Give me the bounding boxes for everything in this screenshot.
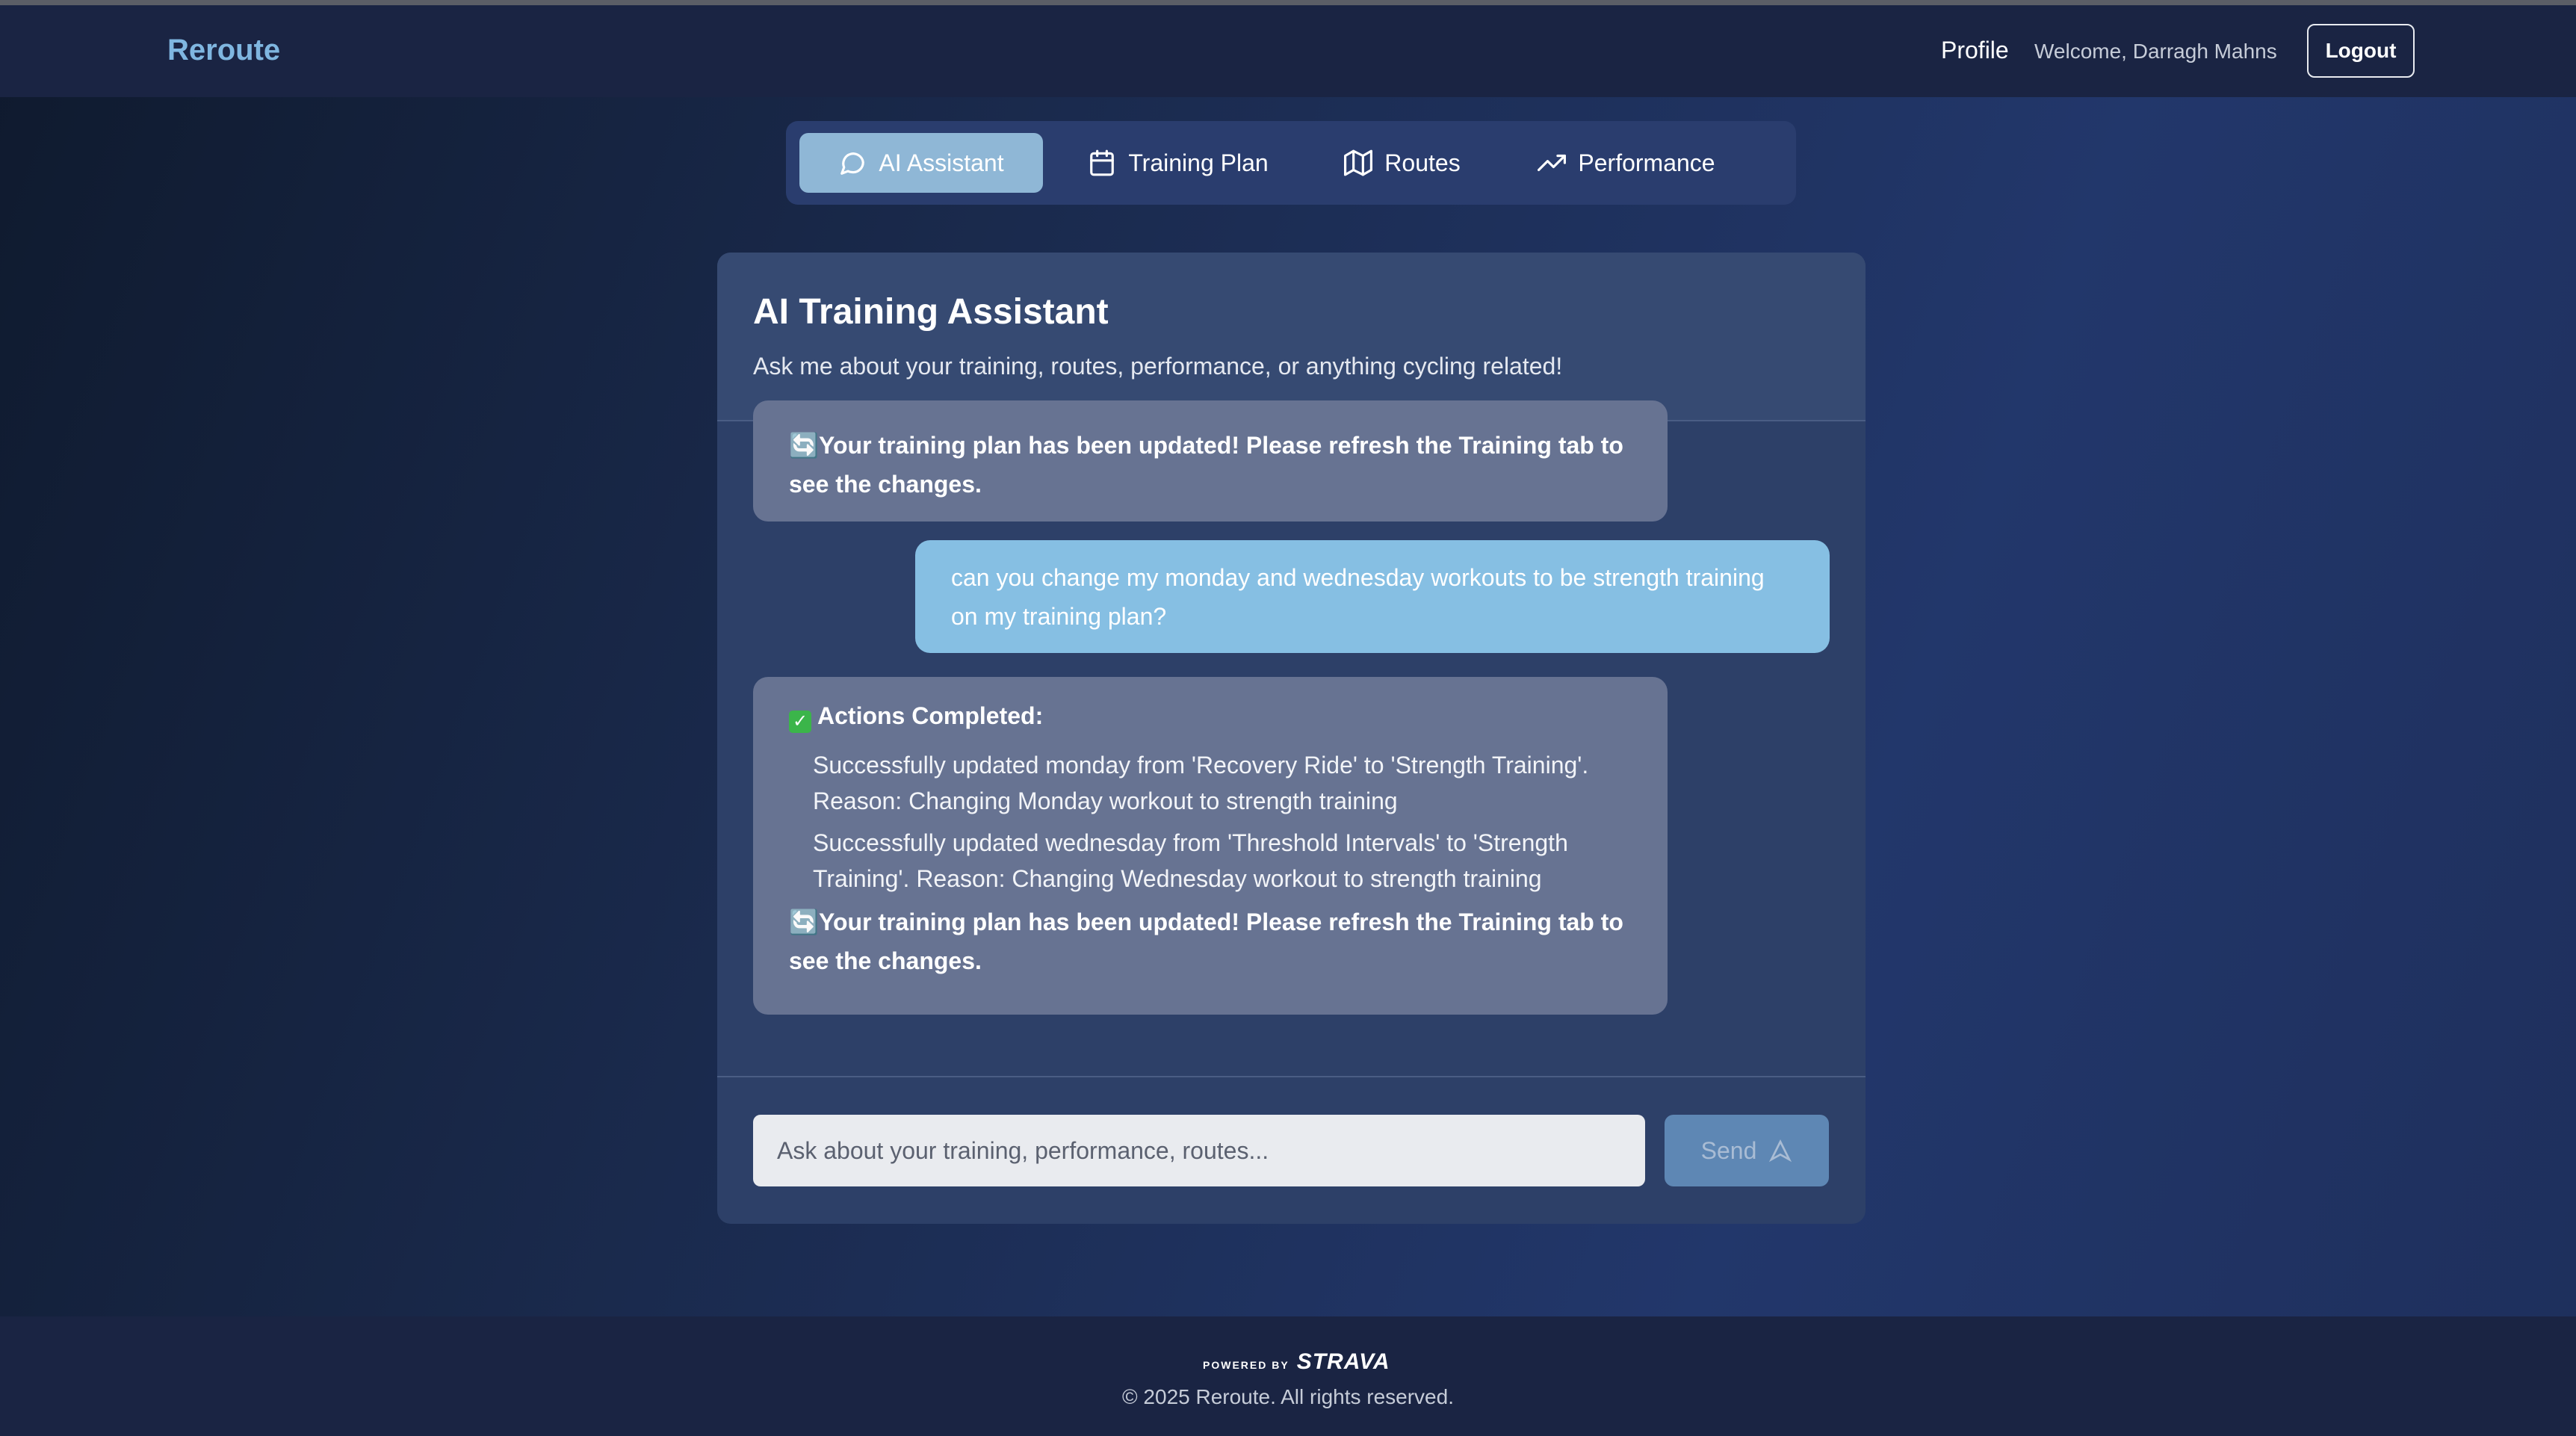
tab-label: Performance	[1578, 149, 1715, 176]
page-footer: POWERED BY STRAVA © 2025 Reroute. All ri…	[0, 1316, 2576, 1436]
map-icon	[1344, 149, 1373, 176]
send-label: Send	[1700, 1136, 1757, 1164]
user-message: can you change my monday and wednesday w…	[915, 540, 1830, 653]
calendar-icon	[1090, 149, 1115, 176]
chat-messages[interactable]: 🔄Your training plan has been updated! Pl…	[717, 400, 1866, 1224]
welcome-text: Welcome, Darragh Mahns	[2034, 40, 2277, 63]
app-header: Reroute Profile Welcome, Darragh Mahns L…	[0, 5, 2576, 97]
chat-input[interactable]	[753, 1115, 1645, 1186]
composer-divider	[717, 1076, 1866, 1077]
user-message-text: can you change my monday and wednesday w…	[951, 564, 1765, 630]
strava-wordmark: STRAVA	[1296, 1349, 1390, 1374]
actions-heading: ✓ Actions Completed:	[789, 696, 1632, 735]
assistant-card-header: AI Training Assistant Ask me about your …	[717, 253, 1866, 421]
assistant-title: AI Training Assistant	[753, 292, 1109, 332]
trending-up-icon	[1538, 154, 1567, 172]
assistant-subtitle: Ask me about your training, routes, perf…	[753, 353, 1563, 380]
logout-button[interactable]: Logout	[2307, 24, 2415, 78]
tab-training-plan[interactable]: Training Plan	[1070, 133, 1287, 193]
send-icon	[1769, 1139, 1792, 1163]
check-icon: ✓	[789, 711, 811, 733]
send-button[interactable]: Send	[1665, 1115, 1829, 1186]
update-notice: 🔄Your training plan has been updated! Pl…	[789, 432, 1623, 498]
action-item: Successfully updated wednesday from 'Thr…	[813, 829, 1568, 892]
refresh-icon: 🔄	[789, 909, 819, 935]
tab-ai-assistant[interactable]: AI Assistant	[799, 133, 1043, 193]
tab-routes[interactable]: Routes	[1316, 133, 1488, 193]
tab-label: AI Assistant	[879, 149, 1004, 176]
main-tabs: AI Assistant Training Plan Routes Perfor…	[786, 121, 1796, 205]
refresh-icon: 🔄	[789, 432, 819, 459]
message-circle-icon	[840, 152, 865, 175]
assistant-card: AI Training Assistant Ask me about your …	[717, 253, 1866, 1224]
brand-logo[interactable]: Reroute	[167, 34, 280, 67]
action-item: Successfully updated monday from 'Recove…	[813, 752, 1589, 814]
powered-by-text: POWERED BY	[1203, 1359, 1289, 1371]
window-top-border	[0, 0, 2576, 5]
actions-list: Successfully updated monday from 'Recove…	[789, 747, 1632, 897]
assistant-message: ✓ Actions Completed: Successfully updated…	[753, 677, 1668, 1015]
tab-label: Training Plan	[1128, 149, 1269, 176]
assistant-message: 🔄Your training plan has been updated! Pl…	[753, 400, 1668, 522]
powered-by-strava-logo: POWERED BY STRAVA	[1203, 1349, 1390, 1375]
copyright-text: © 2025 Reroute. All rights reserved.	[1122, 1385, 1454, 1408]
tab-performance[interactable]: Performance	[1514, 133, 1739, 193]
update-notice: 🔄Your training plan has been updated! Pl…	[789, 903, 1632, 980]
profile-link[interactable]: Profile	[1941, 37, 2009, 64]
tab-label: Routes	[1384, 149, 1461, 176]
